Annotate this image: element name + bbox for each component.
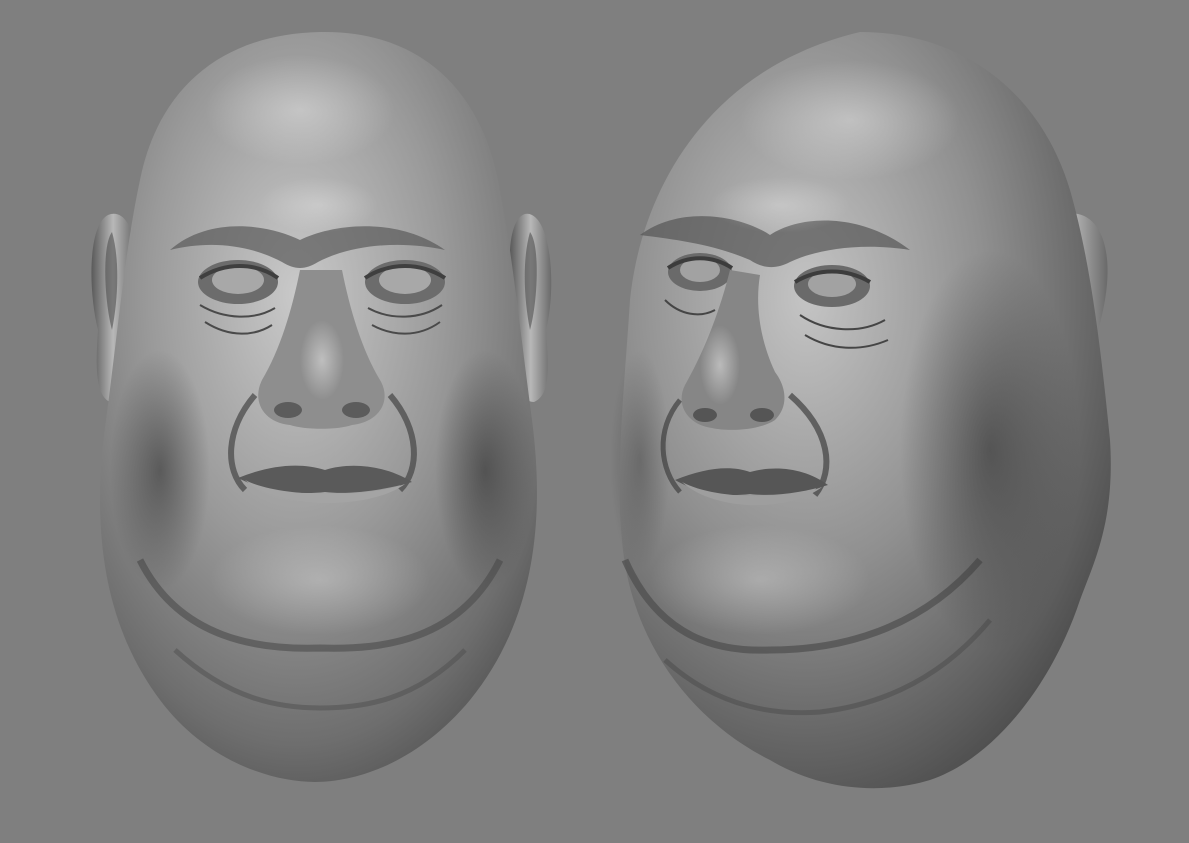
render-svg (91, 31, 1111, 789)
sculpt-viewport (0, 0, 1189, 843)
front-head (91, 31, 552, 782)
three-quarter-head (610, 32, 1111, 789)
